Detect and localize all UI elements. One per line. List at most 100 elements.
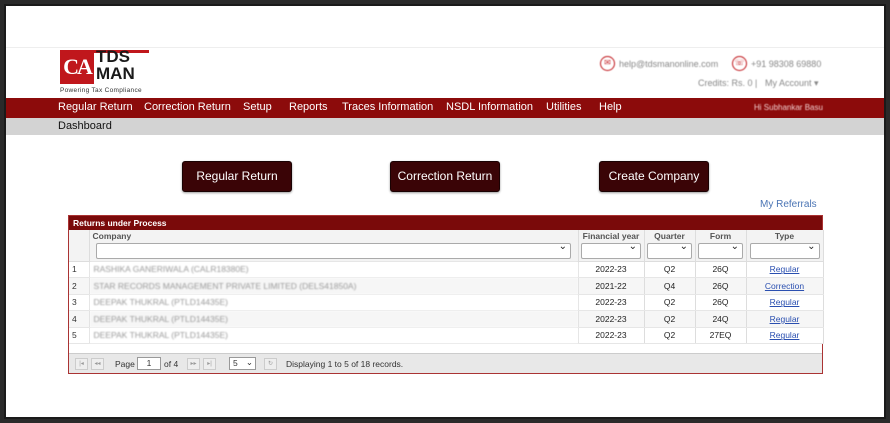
quarter-cell: Q2 <box>644 261 696 278</box>
breadcrumb-dashboard[interactable]: Dashboard <box>58 120 112 132</box>
form-cell: 26Q <box>695 277 747 295</box>
type-link[interactable]: Regular <box>770 314 800 324</box>
mail-icon: ✉ <box>600 56 615 71</box>
page-size-select[interactable]: 5 ⌄ <box>229 357 256 370</box>
my-account-menu[interactable]: My Account ▾ <box>765 78 819 89</box>
first-page-icon[interactable]: |◂ <box>75 358 88 370</box>
my-referrals-link[interactable]: My Referrals <box>760 199 817 210</box>
filter-fy-cell <box>578 241 645 262</box>
pager-bar: |◂ ◂◂ Page 1 of 4 ▸▸ ▸| 5 ⌄ ↻ Displaying … <box>69 353 822 373</box>
user-greeting: Hi Subhankar Basu <box>754 103 823 112</box>
correction-return-button[interactable]: Correction Return <box>390 161 500 192</box>
company-cell: STAR RECORDS MANAGEMENT PRIVATE LIMITED … <box>89 277 579 295</box>
filter-row <box>69 241 824 262</box>
filter-type-select[interactable] <box>749 241 820 260</box>
menu-nsdl-information[interactable]: NSDL Information <box>446 101 533 113</box>
create-company-button[interactable]: Create Company <box>599 161 709 192</box>
type-link[interactable]: Correction <box>765 281 804 291</box>
table-row[interactable]: 4 DEEPAK THUKRAL (PTLD14435E) 2022-23 Q2… <box>69 310 824 328</box>
column-header-type[interactable]: Type <box>746 230 824 242</box>
page-label: Page <box>115 359 135 369</box>
filter-quarter-cell <box>644 241 696 262</box>
type-cell: Correction <box>746 277 824 295</box>
chevron-down-icon: ⌄ <box>245 357 253 367</box>
company-cell: RASHIKA GANERIWALA (CALR18380E) <box>89 261 579 278</box>
type-cell: Regular <box>746 261 824 278</box>
filter-quarter-select[interactable] <box>647 241 692 260</box>
filter-company-select[interactable] <box>96 241 571 260</box>
form-cell: 26Q <box>695 261 747 278</box>
form-cell: 24Q <box>695 310 747 328</box>
regular-return-button[interactable]: Regular Return <box>182 161 292 192</box>
row-number: 2 <box>69 277 90 295</box>
browser-page: CA TDS MAN Powering Tax Compliance ✉ hel… <box>4 4 886 419</box>
quarter-cell: Q2 <box>644 294 696 311</box>
menu-traces-information[interactable]: Traces Information <box>342 101 433 113</box>
table-row[interactable]: 1 RASHIKA GANERIWALA (CALR18380E) 2022-2… <box>69 261 824 278</box>
top-spacer <box>6 6 884 48</box>
phone-text: +91 98308 69880 <box>751 58 822 69</box>
grid-title: Returns under Process <box>69 216 822 230</box>
returns-table: Company Financial year Quarter Form Type <box>69 230 824 344</box>
records-status: Displaying 1 to 5 of 18 records. <box>286 359 404 369</box>
refresh-icon[interactable]: ↻ <box>264 358 277 370</box>
company-cell: DEEPAK THUKRAL (PTLD14435E) <box>89 327 579 344</box>
menu-utilities[interactable]: Utilities <box>546 101 581 113</box>
row-number: 3 <box>69 294 90 311</box>
financial-year-cell: 2022-23 <box>578 261 645 278</box>
last-page-icon[interactable]: ▸| <box>203 358 216 370</box>
main-menu: Regular Return Correction Return Setup R… <box>6 98 884 118</box>
company-cell: DEEPAK THUKRAL (PTLD14435E) <box>89 310 579 328</box>
page-size-value: 5 <box>233 358 238 368</box>
row-number: 1 <box>69 261 90 278</box>
email-contact[interactable]: ✉ help@tdsmanonline.com <box>600 56 718 71</box>
column-header-form[interactable]: Form <box>695 230 747 242</box>
quarter-cell: Q2 <box>644 310 696 328</box>
quarter-cell: Q4 <box>644 277 696 295</box>
returns-grid: Returns under Process Company Financial … <box>68 215 824 374</box>
type-link[interactable]: Regular <box>770 330 800 340</box>
phone-contact[interactable]: ☏ +91 98308 69880 <box>732 56 821 71</box>
filter-company-cell <box>89 241 579 262</box>
financial-year-cell: 2021-22 <box>578 277 645 295</box>
credits-text: Credits: Rs. 0 | <box>698 78 758 88</box>
menu-regular-return[interactable]: Regular Return <box>58 101 133 113</box>
type-link[interactable]: Regular <box>770 264 800 274</box>
menu-setup[interactable]: Setup <box>243 101 272 113</box>
filter-form-cell <box>695 241 747 262</box>
menu-help[interactable]: Help <box>599 101 622 113</box>
table-row[interactable]: 5 DEEPAK THUKRAL (PTLD14435E) 2022-23 Q2… <box>69 327 824 344</box>
prev-page-icon[interactable]: ◂◂ <box>91 358 104 370</box>
column-header-company[interactable]: Company <box>89 230 579 242</box>
filter-financial-year-select[interactable] <box>581 241 641 260</box>
type-link[interactable]: Regular <box>770 297 800 307</box>
financial-year-cell: 2022-23 <box>578 327 645 344</box>
email-text: help@tdsmanonline.com <box>619 58 719 69</box>
menu-correction-return[interactable]: Correction Return <box>144 101 231 113</box>
row-number: 4 <box>69 310 90 328</box>
table-row[interactable]: 3 DEEPAK THUKRAL (PTLD14435E) 2022-23 Q2… <box>69 294 824 311</box>
form-cell: 26Q <box>695 294 747 311</box>
logo-man: MAN <box>96 64 135 83</box>
quarter-cell: Q2 <box>644 327 696 344</box>
column-header-quarter[interactable]: Quarter <box>644 230 696 242</box>
next-page-icon[interactable]: ▸▸ <box>187 358 200 370</box>
filter-spacer <box>69 242 90 262</box>
filter-type-cell <box>746 241 824 262</box>
financial-year-cell: 2022-23 <box>578 294 645 311</box>
logo-tagline: Powering Tax Compliance <box>60 87 142 94</box>
table-row[interactable]: 2 STAR RECORDS MANAGEMENT PRIVATE LIMITE… <box>69 277 824 295</box>
column-header-financial-year[interactable]: Financial year <box>578 230 645 242</box>
breadcrumb-bar: Dashboard <box>6 118 884 135</box>
menu-reports[interactable]: Reports <box>289 101 328 113</box>
form-cell: 27EQ <box>695 327 747 344</box>
type-cell: Regular <box>746 294 824 311</box>
tdsman-logo[interactable]: CA TDS MAN Powering Tax Compliance <box>60 48 160 96</box>
financial-year-cell: 2022-23 <box>578 310 645 328</box>
type-cell: Regular <box>746 310 824 328</box>
page-number-input[interactable]: 1 <box>137 357 161 370</box>
row-number: 5 <box>69 327 90 344</box>
company-cell: DEEPAK THUKRAL (PTLD14435E) <box>89 294 579 311</box>
filter-form-select[interactable] <box>698 241 743 260</box>
row-number-header <box>69 230 90 242</box>
